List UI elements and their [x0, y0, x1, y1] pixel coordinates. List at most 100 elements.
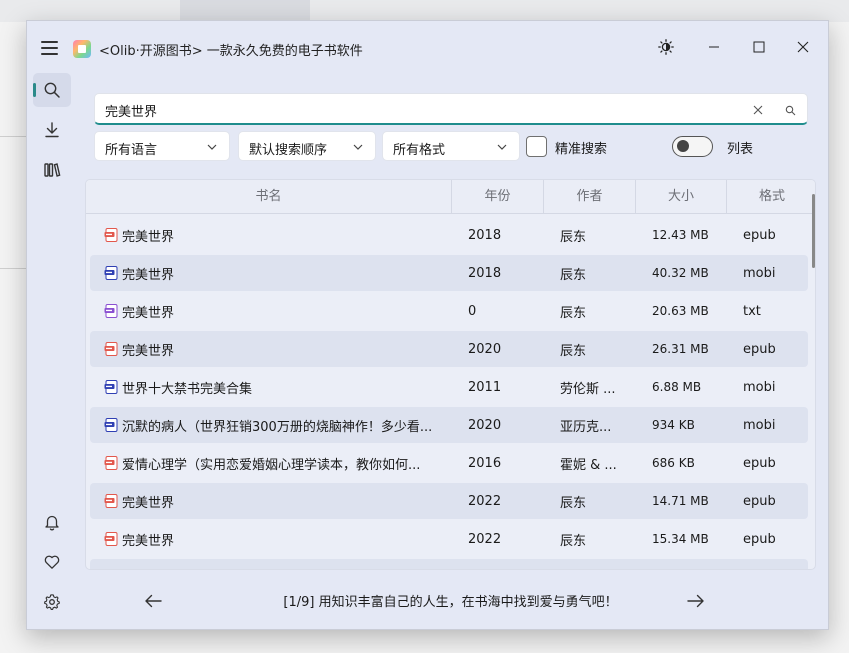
- mobi-file-icon: [104, 380, 118, 394]
- cell-format: mobi: [743, 379, 776, 395]
- cell-author: 辰东: [560, 267, 587, 283]
- language-select[interactable]: 所有语言: [94, 131, 230, 161]
- cell-author: 霍妮 & ...: [560, 457, 617, 473]
- table-row[interactable]: 10.98: [90, 559, 808, 569]
- chevron-down-icon: [353, 144, 363, 150]
- sidebar-item-downloads[interactable]: [33, 113, 71, 147]
- close-icon: [797, 41, 809, 53]
- background-tab: [180, 0, 310, 20]
- mobi-file-icon: [104, 266, 118, 280]
- cell-format: mobi: [743, 417, 776, 433]
- cell-title: 完美世界: [122, 229, 175, 245]
- app-logo: [73, 40, 91, 58]
- cell-author: 辰东: [560, 229, 587, 245]
- arrow-right-icon: [687, 594, 704, 608]
- table-row[interactable]: 完美世界 2022 辰东 14.71 MB epub: [90, 483, 808, 519]
- cell-title: 沉默的病人（世界狂销300万册的烧脑神作！多少看...: [122, 419, 433, 435]
- exact-search-label: 精准搜索: [555, 142, 608, 157]
- table-row[interactable]: 爱情心理学（实用恋爱婚姻心理学读本，教你如何... 2016 霍妮 & ... 686…: [90, 445, 808, 481]
- table-row[interactable]: 完美世界 2018 辰东 40.32 MB mobi: [90, 255, 808, 291]
- cell-size: 6.88 MB: [652, 380, 702, 394]
- sort-order-select[interactable]: 默认搜索顺序: [238, 131, 376, 161]
- column-header-title[interactable]: 书名: [86, 180, 452, 214]
- column-header-year[interactable]: 年份: [452, 180, 544, 214]
- epub-file-icon: [104, 342, 118, 356]
- cell-title: 完美世界: [122, 533, 175, 549]
- theme-toggle-button[interactable]: [650, 33, 682, 61]
- column-header-format[interactable]: 格式: [727, 180, 815, 214]
- table-row[interactable]: 完美世界 2018 辰东 12.43 MB epub: [90, 217, 808, 253]
- cell-author: 辰东: [560, 495, 587, 511]
- cell-year: 2016: [468, 455, 502, 471]
- table-row[interactable]: 完美世界 2022 辰东 15.34 MB epub: [90, 521, 808, 557]
- cell-size: 20.63 MB: [652, 304, 709, 318]
- format-select-value: 所有格式: [393, 143, 446, 158]
- cell-format: epub: [743, 531, 776, 547]
- cell-size: 10.98: [652, 559, 714, 569]
- cell-size: 14.71 MB: [652, 494, 709, 508]
- cell-title: 完美世界: [122, 495, 175, 511]
- maximize-button[interactable]: [743, 33, 775, 61]
- chevron-down-icon: [207, 144, 217, 150]
- cell-title: 完美世界: [122, 267, 175, 283]
- table-row[interactable]: 世界十大禁书完美合集 2011 劳伦斯 ... 6.88 MB mobi: [90, 369, 808, 405]
- txt-file-icon: [104, 304, 118, 318]
- cell-year: 2020: [468, 417, 502, 433]
- clear-search-button[interactable]: [749, 101, 767, 119]
- cell-format: epub: [743, 455, 776, 471]
- mobi-file-icon: [104, 418, 118, 432]
- cell-size: 12.43 MB: [652, 228, 709, 242]
- exact-search-checkbox[interactable]: [526, 136, 547, 157]
- cell-size: 686 KB: [652, 456, 695, 470]
- cell-year: 2018: [468, 227, 502, 243]
- search-bar: [94, 93, 808, 125]
- sidebar-item-library[interactable]: [33, 153, 71, 187]
- table-row[interactable]: 完美世界 0 辰东 20.63 MB txt: [90, 293, 808, 329]
- cell-format: mobi: [743, 265, 776, 281]
- cell-author: [560, 559, 640, 569]
- cell-format: [743, 559, 803, 569]
- list-view-toggle[interactable]: [672, 136, 713, 157]
- maximize-icon: [753, 41, 765, 53]
- sidebar-item-search[interactable]: [33, 73, 71, 107]
- cell-size: 15.34 MB: [652, 532, 709, 546]
- sidebar-item-settings[interactable]: [33, 585, 71, 619]
- table-row[interactable]: 沉默的病人（世界狂销300万册的烧脑神作！多少看... 2020 亚历克... 934…: [90, 407, 808, 443]
- sort-order-select-value: 默认搜索顺序: [249, 143, 328, 158]
- cell-year: 2020: [468, 341, 502, 357]
- search-input[interactable]: [105, 100, 725, 120]
- table-body: 完美世界 2018 辰东 12.43 MB epub 完美世界 2018 辰东 40.32 MB…: [86, 215, 810, 569]
- next-page-button[interactable]: [682, 587, 710, 615]
- cell-title: 完美世界: [122, 305, 175, 321]
- list-view-label: 列表: [727, 142, 754, 157]
- close-button[interactable]: [787, 33, 819, 61]
- cell-title: 爱情心理学（实用恋爱婚姻心理学读本，教你如何...: [122, 457, 421, 473]
- search-button[interactable]: [781, 101, 799, 119]
- format-select[interactable]: 所有格式: [382, 131, 520, 161]
- cell-author: 辰东: [560, 305, 587, 321]
- download-icon: [45, 122, 59, 138]
- bell-icon: [45, 515, 59, 531]
- cell-format: epub: [743, 493, 776, 509]
- clear-icon: [753, 105, 763, 115]
- column-header-author[interactable]: 作者: [544, 180, 636, 214]
- cell-year: 0: [468, 303, 477, 319]
- menu-button[interactable]: [41, 41, 59, 55]
- search-icon: [44, 82, 60, 98]
- sidebar-item-notifications[interactable]: [33, 505, 71, 539]
- column-header-size[interactable]: 大小: [636, 180, 727, 214]
- minimize-button[interactable]: [698, 33, 730, 61]
- table-scrollbar[interactable]: [812, 194, 815, 268]
- search-icon: [785, 105, 795, 115]
- brightness-icon: [658, 39, 674, 55]
- table-header: 书名 年份 作者 大小 格式: [86, 180, 815, 214]
- cell-author: 辰东: [560, 533, 587, 549]
- sidebar-item-favorites[interactable]: [33, 545, 71, 579]
- epub-file-icon: [104, 228, 118, 242]
- table-row[interactable]: 完美世界 2020 辰东 26.31 MB epub: [90, 331, 808, 367]
- cell-year: 2011: [468, 379, 502, 395]
- cell-year: 2022: [468, 493, 502, 509]
- window-title: <Olib·开源图书> 一款永久免费的电子书软件: [99, 44, 363, 59]
- cell-format: epub: [743, 341, 776, 357]
- gear-icon: [44, 594, 60, 610]
